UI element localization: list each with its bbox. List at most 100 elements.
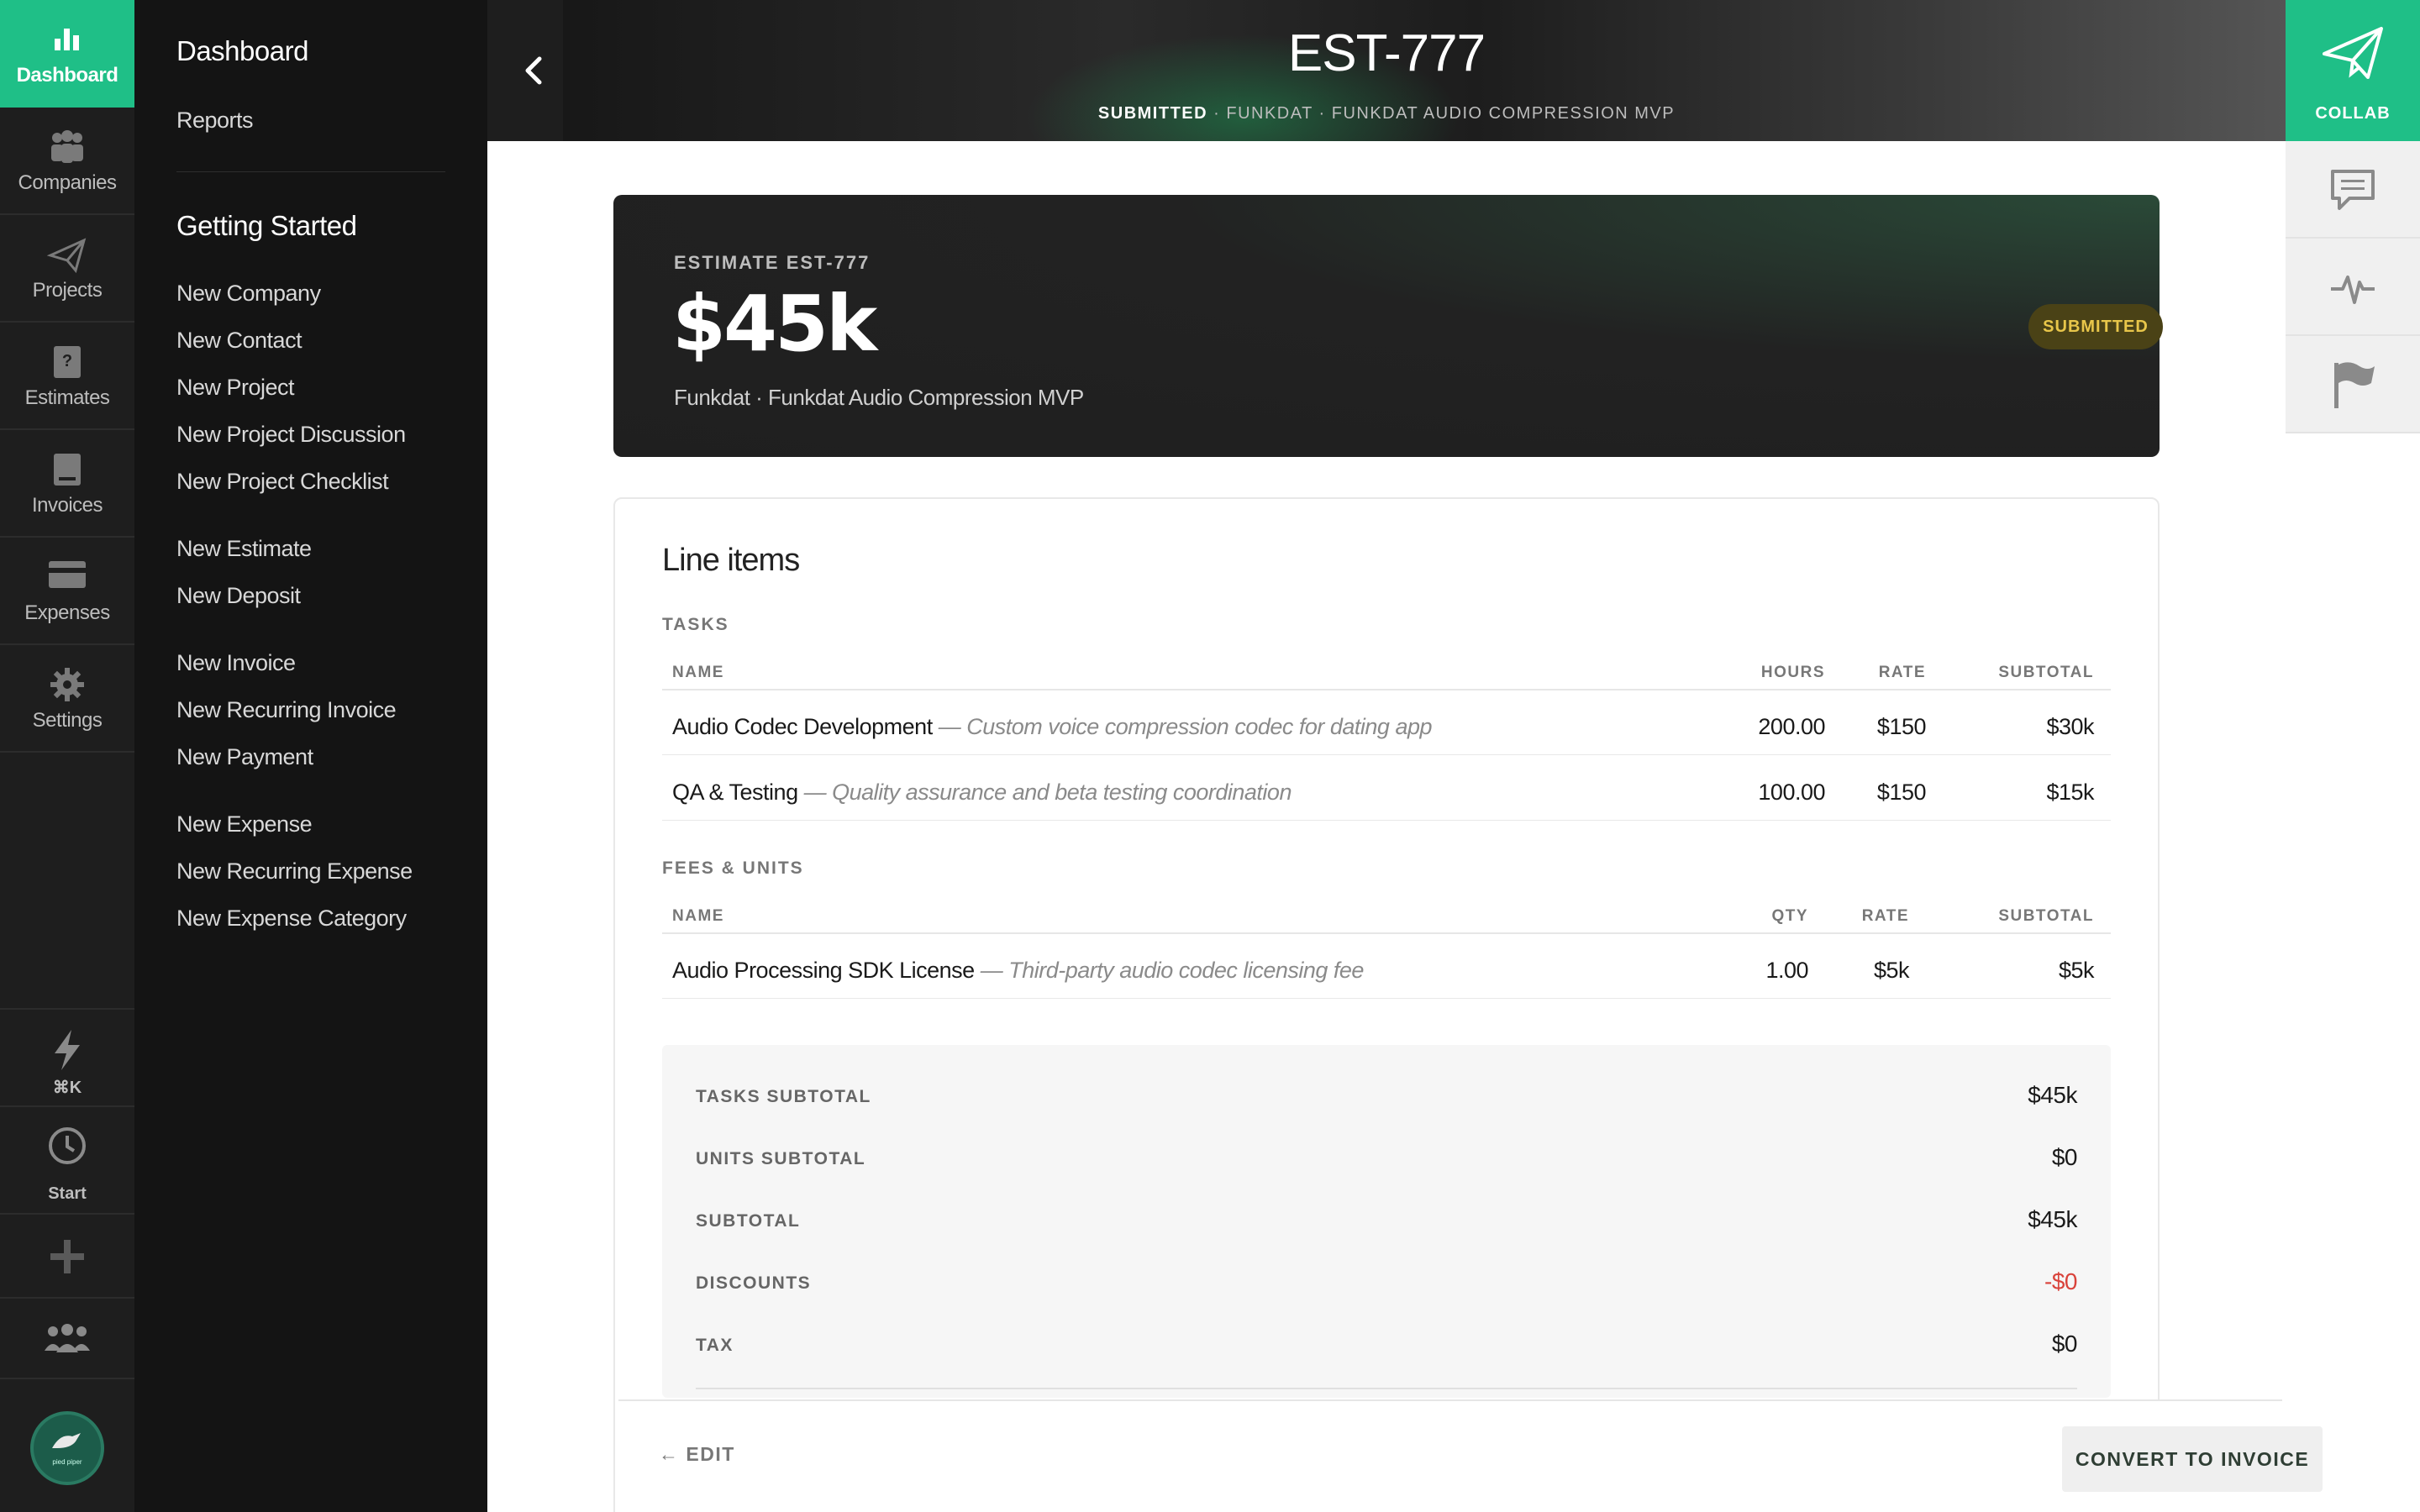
estimate-label: ESTIMATE EST-777 [674, 252, 871, 273]
rail-label: Estimates [24, 386, 110, 409]
estimate-amount: $45k [672, 279, 877, 369]
nav-link-new-payment[interactable]: New Payment [176, 744, 313, 770]
nav-link-new-project[interactable]: New Project [176, 375, 295, 401]
edit-button[interactable]: ← EDIT [659, 1443, 735, 1466]
nav-link-new-deposit[interactable]: New Deposit [176, 583, 301, 609]
milestones-button[interactable] [2286, 336, 2420, 433]
nav-link-new-recurring-expense[interactable]: New Recurring Expense [176, 858, 413, 885]
account-button[interactable]: pied piper [0, 1378, 134, 1512]
credit-card-icon [49, 561, 86, 588]
row-divider [662, 820, 2111, 821]
line-items-panel: Line items TASKS NAME HOURS RATE SUBTOTA… [613, 497, 2160, 1512]
nav-link-new-recurring-invoice[interactable]: New Recurring Invoice [176, 697, 397, 723]
table-row-name[interactable]: Audio Codec Development — Custom voice c… [672, 714, 1433, 740]
nav-divider [176, 171, 445, 172]
fees-header-rate: RATE [1861, 907, 1909, 925]
nav-link-reports[interactable]: Reports [176, 108, 254, 134]
rail-item-invoices[interactable]: Invoices [0, 430, 134, 538]
rail-label: Settings [32, 709, 103, 732]
fees-header-name: NAME [672, 907, 724, 925]
table-row-name[interactable]: QA & Testing — Quality assurance and bet… [672, 780, 1292, 806]
rail-item-estimates[interactable]: ? Estimates [0, 323, 134, 430]
rail-item-companies[interactable]: Companies [0, 108, 134, 215]
estimate-summary-card: ESTIMATE EST-777 $45k Funkdat · Funkdat … [613, 195, 2163, 457]
nav-link-new-expense-category[interactable]: New Expense Category [176, 906, 407, 932]
tasks-header-name: NAME [672, 664, 724, 681]
table-cell-rate: $150 [1876, 714, 1927, 739]
rail-item-expenses[interactable]: Expenses [0, 538, 134, 645]
convert-to-invoice-button[interactable]: CONVERT TO INVOICE [2062, 1426, 2323, 1492]
status-text: SUBMITTED [1097, 104, 1208, 123]
nav-link-new-estimate[interactable]: New Estimate [176, 536, 312, 562]
nav-link-new-project-checklist[interactable]: New Project Checklist [176, 469, 389, 495]
table-row-name[interactable]: Audio Processing SDK License — Third-par… [672, 958, 1364, 984]
tasks-section-label: TASKS [662, 615, 729, 634]
estimate-subtitle: Funkdat · Funkdat Audio Compression MVP [674, 385, 1084, 410]
rail-item-settings[interactable]: Settings [0, 645, 134, 753]
rail-label: Expenses [24, 601, 110, 624]
activity-pulse-icon [2331, 276, 2375, 304]
tasks-header-hours: HOURS [1760, 664, 1825, 681]
avatar: pied piper [30, 1411, 104, 1485]
activity-button[interactable] [2286, 239, 2420, 336]
rail-label: Projects [32, 279, 103, 302]
totals-value: $45k [2028, 1082, 2077, 1108]
nav-link-new-contact[interactable]: New Contact [176, 328, 302, 354]
lightning-icon [55, 1030, 80, 1070]
table-header-divider [662, 689, 2111, 690]
gear-icon [50, 668, 84, 701]
nav-link-new-invoice[interactable]: New Invoice [176, 650, 296, 676]
estimate-doc-icon: ? [54, 346, 81, 378]
totals-label: SUBTOTAL [696, 1211, 801, 1231]
table-cell-hours: 200.00 [1758, 714, 1825, 739]
nav-link-dashboard[interactable]: Dashboard [176, 35, 308, 67]
line-items-title: Line items [662, 543, 800, 578]
start-timer-button[interactable]: Start [0, 1105, 134, 1213]
rail-label: Companies [18, 171, 117, 194]
fees-header-qty: QTY [1771, 907, 1808, 925]
svg-text:?: ? [62, 352, 72, 370]
table-header-divider [662, 932, 2111, 934]
totals-value: $0 [2051, 1331, 2078, 1357]
company-logo-icon [52, 1433, 81, 1448]
team-button[interactable] [0, 1297, 134, 1378]
nav-link-new-expense[interactable]: New Expense [176, 811, 313, 837]
clock-icon [49, 1127, 86, 1164]
row-divider [662, 998, 2111, 999]
table-cell-subtotal: $5k [2058, 958, 2095, 983]
team-icon [45, 1324, 90, 1352]
collab-button[interactable]: COLLAB [2286, 0, 2420, 141]
fees-section-label: FEES & UNITS [662, 858, 804, 878]
table-cell-subtotal: $30k [2046, 714, 2094, 739]
page-subtitle: SUBMITTED · FUNKDAT · FUNKDAT AUDIO COMP… [487, 104, 2286, 123]
rail-label: Dashboard [16, 64, 118, 87]
totals-box: TASKS SUBTOTAL $45k UNITS SUBTOTAL $0 SU… [662, 1045, 2111, 1398]
nav-section-title: Getting Started [176, 210, 357, 241]
rail-item-dashboard[interactable]: Dashboard [0, 0, 134, 108]
totals-label: TASKS SUBTOTAL [696, 1087, 871, 1106]
avatar-text: pied piper [52, 1458, 82, 1466]
row-divider [662, 754, 2111, 755]
table-cell-subtotal: $15k [2046, 780, 2094, 805]
quick-command-button[interactable]: ⌘K [0, 1008, 134, 1105]
quick-command-label: ⌘K [52, 1079, 82, 1097]
add-button[interactable] [0, 1213, 134, 1297]
nav-panel: Dashboard Reports Getting Started New Co… [134, 0, 487, 1512]
table-cell-rate: $5k [1873, 958, 1910, 983]
nav-link-new-project-discussion[interactable]: New Project Discussion [176, 422, 406, 448]
action-footer: ← EDIT CONVERT TO INVOICE [618, 1399, 2323, 1512]
comments-button[interactable] [2286, 141, 2420, 239]
totals-divider [696, 1388, 2077, 1389]
table-cell-hours: 100.00 [1758, 780, 1825, 805]
rail-item-projects[interactable]: Projects [0, 215, 134, 323]
comment-icon [2331, 170, 2375, 210]
page-header: EST-777 SUBMITTED · FUNKDAT · FUNKDAT AU… [487, 0, 2286, 141]
table-cell-rate: $150 [1876, 780, 1927, 805]
nav-link-new-company[interactable]: New Company [176, 281, 321, 307]
table-cell-qty: 1.00 [1765, 958, 1808, 983]
start-label: Start [48, 1184, 87, 1203]
fees-header-subtotal: SUBTOTAL [1998, 907, 2094, 925]
subtitle-text: · FUNKDAT · FUNKDAT AUDIO COMPRESSION MV… [1207, 104, 1676, 123]
paper-plane-icon [2323, 27, 2383, 79]
totals-value: $0 [2051, 1144, 2078, 1170]
